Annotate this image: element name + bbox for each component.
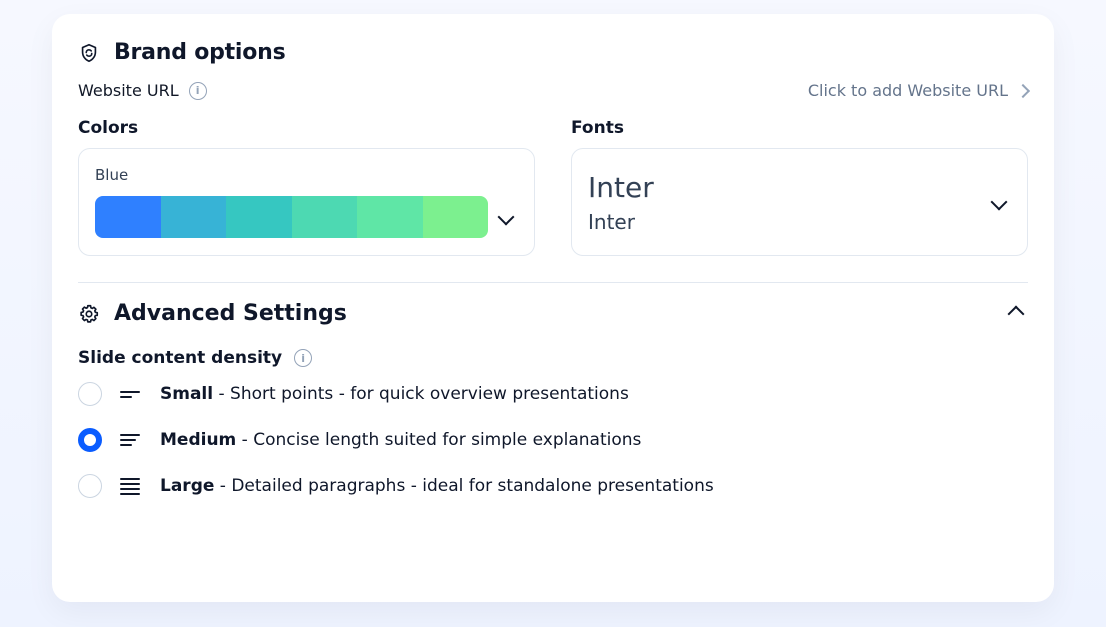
- fonts-select[interactable]: Inter Inter: [571, 148, 1028, 256]
- colors-selected-name: Blue: [95, 166, 518, 184]
- chevron-right-icon: [1016, 83, 1030, 97]
- color-swatch: [226, 196, 292, 238]
- density-option-small[interactable]: Small - Short points - for quick overvie…: [78, 382, 1028, 406]
- font-secondary: Inter: [588, 210, 654, 234]
- gear-icon: [78, 303, 100, 325]
- color-swatch: [357, 196, 423, 238]
- density-lines-icon: [120, 391, 142, 398]
- website-url-cta[interactable]: Click to add Website URL: [808, 81, 1028, 100]
- fonts-label: Fonts: [571, 118, 1028, 138]
- density-label-row: Slide content density i: [78, 348, 1028, 368]
- colors-select[interactable]: Blue: [78, 148, 535, 256]
- chevron-down-icon: [991, 194, 1008, 211]
- density-option-text: Large - Detailed paragraphs - ideal for …: [160, 476, 714, 496]
- colors-label: Colors: [78, 118, 535, 138]
- brand-options-header: Brand options: [78, 40, 1028, 65]
- colors-field: Colors Blue: [78, 118, 535, 256]
- density-lines-icon: [120, 478, 142, 495]
- chevron-up-icon: [1008, 305, 1025, 322]
- divider: [78, 282, 1028, 283]
- color-swatches: [95, 196, 488, 238]
- info-icon[interactable]: i: [294, 349, 312, 367]
- website-url-label: Website URL: [78, 81, 179, 100]
- density-lines-icon: [120, 434, 142, 446]
- density-option-text: Medium - Concise length suited for simpl…: [160, 430, 641, 450]
- color-swatch: [95, 196, 161, 238]
- fonts-text: Inter Inter: [588, 171, 654, 234]
- chevron-down-icon: [498, 209, 515, 226]
- advanced-title: Advanced Settings: [114, 301, 347, 326]
- radio-medium[interactable]: [78, 428, 102, 452]
- color-swatch: [423, 196, 489, 238]
- density-option-text: Small - Short points - for quick overvie…: [160, 384, 629, 404]
- radio-large[interactable]: [78, 474, 102, 498]
- density-options: Small - Short points - for quick overvie…: [78, 382, 1028, 498]
- radio-small[interactable]: [78, 382, 102, 406]
- color-swatch: [292, 196, 358, 238]
- density-option-large[interactable]: Large - Detailed paragraphs - ideal for …: [78, 474, 1028, 498]
- brand-two-col: Colors Blue Fonts Inter Inter: [78, 118, 1028, 256]
- density-label: Slide content density: [78, 348, 282, 368]
- website-url-cta-text: Click to add Website URL: [808, 81, 1008, 100]
- info-icon[interactable]: i: [189, 82, 207, 100]
- website-url-row: Website URL i Click to add Website URL: [78, 81, 1028, 100]
- font-primary: Inter: [588, 171, 654, 204]
- density-option-medium[interactable]: Medium - Concise length suited for simpl…: [78, 428, 1028, 452]
- brand-shield-icon: [78, 42, 100, 64]
- advanced-settings-header[interactable]: Advanced Settings: [78, 301, 1028, 326]
- website-url-left: Website URL i: [78, 81, 207, 100]
- fonts-field: Fonts Inter Inter: [571, 118, 1028, 256]
- settings-panel: Brand options Website URL i Click to add…: [52, 14, 1054, 602]
- brand-options-title: Brand options: [114, 40, 285, 65]
- advanced-left: Advanced Settings: [78, 301, 347, 326]
- colors-swatches-row: [95, 196, 518, 238]
- color-swatch: [161, 196, 227, 238]
